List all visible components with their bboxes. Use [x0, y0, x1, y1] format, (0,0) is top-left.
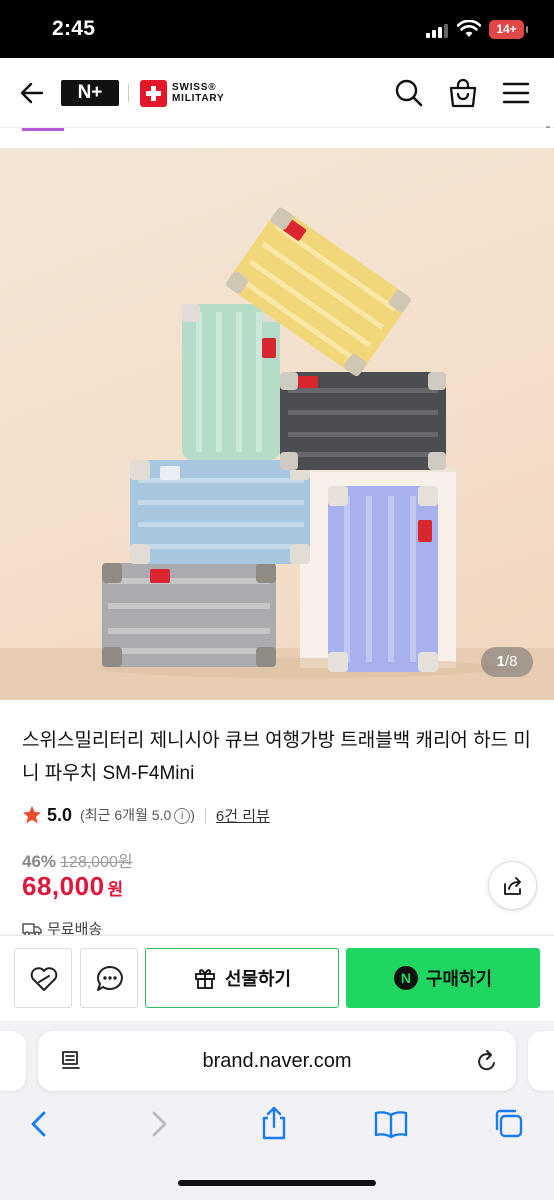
discount-row: 46% 128,000원	[22, 848, 133, 872]
swiss-military-logo[interactable]: SWISS® MILITARY	[140, 79, 225, 107]
product-title: 스위스밀리터리 제니시아 큐브 여행가방 트래블백 캐리어 하드 미니 파우치 …	[22, 730, 531, 784]
sale-price: 68,000 원	[22, 871, 123, 902]
talktalk-button[interactable]	[80, 948, 138, 1008]
logo-divider	[128, 84, 129, 102]
original-price: 128,000원	[60, 854, 133, 871]
chat-bubble-icon	[97, 966, 123, 991]
lavender-suitcase	[328, 486, 438, 672]
product-photo	[100, 207, 500, 678]
heart-link-icon	[30, 967, 58, 991]
page-menu-icon[interactable]	[60, 1049, 82, 1073]
review-link[interactable]: 6건 리뷰	[216, 805, 270, 826]
back-icon[interactable]	[18, 79, 46, 107]
naver-pay-icon: N	[393, 966, 418, 990]
url-text: brand.naver.com	[202, 1050, 352, 1072]
address-bar[interactable]: brand.naver.com	[38, 1031, 516, 1091]
purchase-action-bar: 선물하기 N 구매하기	[0, 935, 554, 1021]
tab-strip-peek	[0, 128, 554, 148]
charcoal-suitcase	[280, 372, 446, 470]
slide-counter: 1/8	[481, 647, 533, 677]
buy-button-label: 구매하기	[425, 969, 493, 989]
wishlist-button[interactable]	[14, 948, 72, 1008]
share-icon	[504, 877, 521, 895]
rating-value: 5.0	[47, 804, 73, 825]
cellular-signal-icon	[426, 24, 450, 38]
slide-current: 1	[496, 653, 505, 670]
mint-suitcase	[182, 304, 280, 460]
sale-price-value: 68,000	[22, 871, 105, 901]
swiss-cross-icon	[140, 79, 167, 107]
rating-divider	[204, 807, 206, 823]
rating-recent: (최근 6개월 5.0 i)	[80, 807, 195, 824]
star-icon	[23, 806, 41, 824]
previous-tab-peek[interactable]	[0, 1031, 26, 1091]
discount-rate: 46%	[22, 852, 57, 871]
search-icon[interactable]	[394, 78, 424, 108]
browser-toolbar: brand.naver.com	[0, 1021, 554, 1200]
slide-total: 8	[509, 653, 518, 670]
site-header: N+ SWISS® MILITARY	[0, 58, 554, 226]
sale-price-unit: 원	[107, 880, 124, 899]
share-button[interactable]	[488, 861, 537, 910]
tabs-icon[interactable]	[492, 1107, 524, 1139]
battery-icon: 14+	[489, 20, 528, 39]
status-time: 2:45	[52, 17, 96, 40]
browser-back-icon[interactable]	[26, 1109, 52, 1139]
gift-button[interactable]: 선물하기	[145, 948, 339, 1008]
gift-button-label: 선물하기	[224, 969, 292, 989]
brand-logo-line1: SWISS®	[172, 82, 217, 93]
wifi-icon	[457, 20, 481, 37]
gift-icon	[194, 969, 215, 989]
brand-logo-line2: MILITARY	[172, 93, 225, 104]
product-image-gallery[interactable]: 1/8	[0, 128, 554, 700]
blue-suitcase	[130, 460, 310, 564]
bookmarks-icon[interactable]	[373, 1109, 409, 1139]
info-icon[interactable]: i	[174, 808, 191, 824]
browser-share-icon[interactable]	[258, 1105, 290, 1141]
shopping-bag-icon[interactable]	[448, 77, 478, 109]
home-indicator	[178, 1180, 376, 1186]
gray-suitcase	[102, 563, 276, 667]
status-bar: 2:45 14+	[0, 0, 554, 58]
next-tab-peek[interactable]	[528, 1031, 554, 1091]
rating-row: 5.0 (최근 6개월 5.0 i) 6건 리뷰	[22, 803, 270, 827]
browser-forward-icon[interactable]	[146, 1109, 172, 1139]
menu-icon[interactable]	[502, 80, 530, 106]
buy-button[interactable]: N 구매하기	[346, 948, 540, 1008]
reload-icon[interactable]	[475, 1048, 499, 1074]
naver-plus-logo[interactable]: N+	[61, 80, 119, 106]
